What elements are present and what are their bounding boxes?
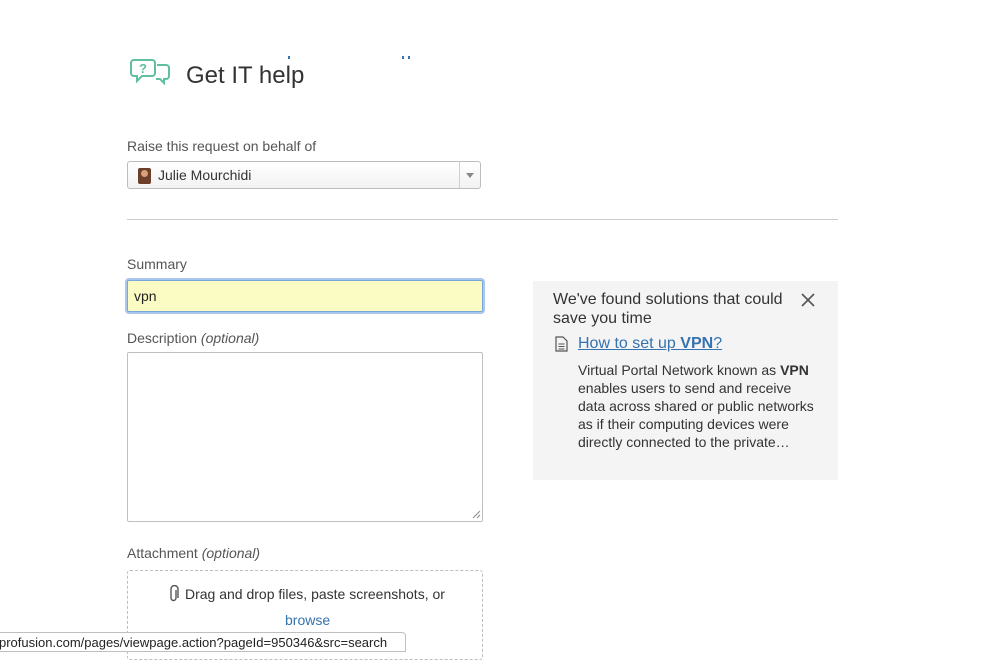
decorative-dot	[402, 56, 404, 59]
article-title-suffix: ?	[713, 335, 723, 352]
attachment-optional: (optional)	[201, 545, 261, 561]
suggestion-heading: We've found solutions that could save yo…	[553, 291, 783, 327]
chevron-down-icon	[466, 173, 474, 178]
help-bubbles-icon: ?	[130, 59, 170, 86]
description-label: Description (optional)	[127, 330, 259, 346]
svg-text:?: ?	[139, 61, 147, 76]
excerpt-highlight: VPN	[780, 362, 809, 378]
decorative-dot	[288, 56, 290, 59]
dropdown-toggle[interactable]	[459, 162, 480, 188]
paperclip-icon	[170, 585, 179, 602]
browse-link[interactable]: browse	[285, 612, 330, 628]
description-optional: (optional)	[200, 330, 260, 346]
excerpt-suffix: enables users to send and receive data a…	[578, 380, 814, 450]
description-textarea[interactable]	[127, 352, 483, 522]
behalf-select[interactable]: Julie Mourchidi	[127, 161, 481, 189]
attachment-drop-text: Drag and drop files, paste screenshots, …	[185, 586, 445, 602]
avatar	[138, 168, 151, 184]
article-link[interactable]: How to set up VPN?	[578, 335, 722, 353]
document-icon	[555, 336, 568, 352]
behalf-label: Raise this request on behalf of	[127, 138, 317, 154]
summary-label: Summary	[127, 256, 187, 272]
article-excerpt: Virtual Portal Network known as VPN enab…	[578, 361, 818, 451]
article-title-prefix: How to set up	[578, 335, 681, 352]
article-title-highlight: VPN	[680, 335, 714, 352]
summary-input[interactable]	[127, 280, 483, 312]
behalf-selected-value: Julie Mourchidi	[158, 167, 252, 183]
browser-status-bar: profusion.com/pages/viewpage.action?page…	[0, 632, 406, 652]
attachment-label-text: Attachment	[127, 545, 198, 561]
close-icon[interactable]	[801, 293, 815, 307]
divider	[127, 219, 838, 220]
decorative-dot	[408, 56, 410, 59]
excerpt-prefix: Virtual Portal Network known as	[578, 362, 781, 378]
attachment-label: Attachment (optional)	[127, 545, 260, 561]
resize-grip-icon[interactable]	[472, 510, 481, 519]
page-title: Get IT help	[186, 62, 305, 89]
description-label-text: Description	[127, 330, 198, 346]
